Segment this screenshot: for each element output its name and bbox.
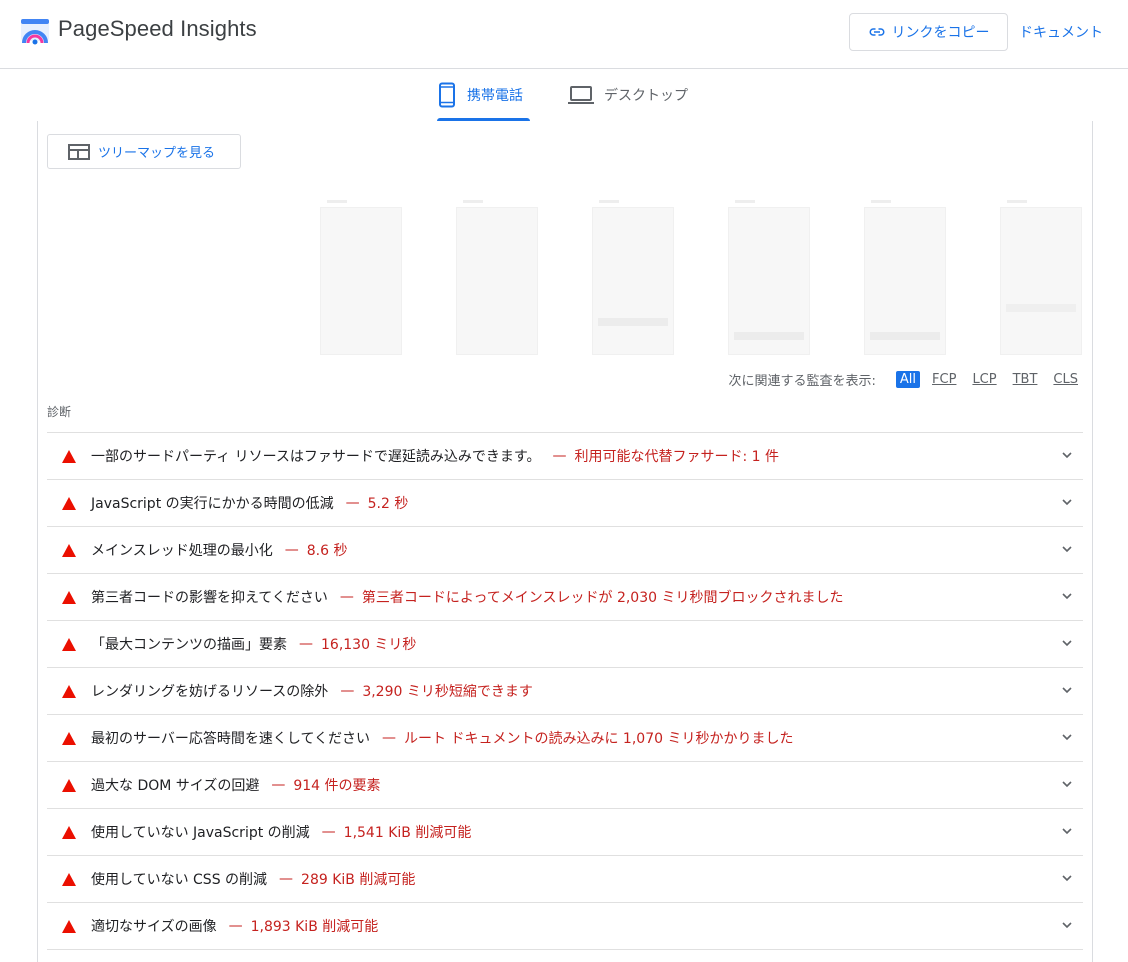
audit-title: 過大な DOM サイズの回避 [91,778,260,794]
audit-list: 一部のサードパーティ リソースはファサードで遅延読み込みできます。 — 利用可能… [47,432,1083,950]
laptop-icon [568,86,594,104]
smartphone-icon [439,82,455,108]
diagnostics-heading: 診断 [47,405,72,419]
audit-detail: 16,130 ミリ秒 [321,637,417,653]
fail-triangle-icon [62,543,76,557]
filter-chip-all[interactable]: All [895,371,921,388]
chevron-down-icon[interactable] [1061,919,1073,931]
audit-title: 最初のサーバー応答時間を速くしてください [91,731,371,747]
fail-triangle-icon [62,637,76,651]
fail-triangle-icon [62,684,76,698]
fail-triangle-icon [62,731,76,745]
audit-title: 使用していない CSS の削減 [91,872,268,888]
audit-detail: 1,541 KiB 削減可能 [343,825,472,841]
audit-detail: 3,290 ミリ秒短縮できます [362,684,533,700]
filmstrip-frame [320,200,402,355]
view-treemap-label: ツリーマップを見る [98,146,216,161]
audit-item[interactable]: 第三者コードの影響を抑えてください — 第三者コードによってメインスレッドが 2… [47,573,1083,620]
audit-separator: — [321,824,336,840]
view-treemap-button[interactable]: ツリーマップを見る [47,134,241,169]
audit-detail: 1,893 KiB 削減可能 [250,919,379,935]
audit-detail: 第三者コードによってメインスレッドが 2,030 ミリ秒間ブロックされました [361,590,844,606]
audit-separator: — [345,495,360,511]
copy-link-label: リンクをコピー [891,25,990,41]
chevron-down-icon[interactable] [1061,872,1073,884]
audit-item[interactable]: 適切なサイズの画像 — 1,893 KiB 削減可能 [47,902,1083,950]
audit-detail: 914 件の要素 [293,778,381,794]
device-tabs: 携帯電話 デスクトップ [0,69,1128,121]
tab-mobile[interactable]: 携帯電話 [437,69,530,121]
audit-separator: — [271,777,286,793]
audit-item[interactable]: 「最大コンテンツの描画」要素 — 16,130 ミリ秒 [47,620,1083,667]
audit-detail: 8.6 秒 [306,543,348,559]
fail-triangle-icon [62,919,76,933]
chevron-down-icon[interactable] [1061,449,1073,461]
audit-title: JavaScript の実行にかかる時間の低減 [91,496,334,512]
docs-link[interactable]: ドキュメント [1019,22,1103,42]
audit-item[interactable]: メインスレッド処理の最小化 — 8.6 秒 [47,526,1083,573]
audit-separator: — [279,871,294,887]
filmstrip-frame [864,200,946,355]
audit-detail: ルート ドキュメントの読み込みに 1,070 ミリ秒かかりました [404,731,794,747]
fail-triangle-icon [62,825,76,839]
chevron-down-icon[interactable] [1061,684,1073,696]
audit-item[interactable]: 最初のサーバー応答時間を速くしてください — ルート ドキュメントの読み込みに … [47,714,1083,761]
audit-title: 第三者コードの影響を抑えてください [91,590,328,606]
chevron-down-icon[interactable] [1061,778,1073,790]
audit-filter-label: 次に関連する監査を表示: [728,374,876,389]
filmstrip-frame [456,200,538,355]
pagespeed-logo-icon [21,19,49,45]
chevron-down-icon[interactable] [1061,543,1073,555]
fail-triangle-icon [62,449,76,463]
audit-separator: — [228,918,243,934]
audit-item[interactable]: 過大な DOM サイズの回避 — 914 件の要素 [47,761,1083,808]
filter-chip-lcp[interactable]: LCP [968,371,1000,388]
audit-separator: — [299,636,313,652]
audit-detail: 289 KiB 削減可能 [301,872,416,888]
link-icon [869,28,884,36]
audit-title: 「最大コンテンツの描画」要素 [91,637,287,653]
fail-triangle-icon [62,778,76,792]
filter-chip-tbt[interactable]: TBT [1009,371,1042,388]
treemap-icon [68,143,90,160]
tab-desktop-label: デスクトップ [604,88,688,104]
audit-separator: — [284,542,299,558]
filter-chip-fcp[interactable]: FCP [928,371,960,388]
audit-separator: — [340,683,355,699]
chevron-down-icon[interactable] [1061,637,1073,649]
audit-detail: 5.2 秒 [367,496,409,512]
fail-triangle-icon [62,872,76,886]
chevron-down-icon[interactable] [1061,496,1073,508]
audit-item[interactable]: レンダリングを妨げるリソースの除外 — 3,290 ミリ秒短縮できます [47,667,1083,714]
top-header: PageSpeed Insights リンクをコピー ドキュメント [0,0,1128,69]
filmstrip-frame [1000,200,1082,355]
fail-triangle-icon [62,590,76,604]
audit-separator: — [339,589,354,605]
audit-separator: — [382,730,397,746]
audit-separator: — [552,448,567,464]
chevron-down-icon[interactable] [1061,590,1073,602]
filmstrip-frame [728,200,810,355]
copy-link-button[interactable]: リンクをコピー [849,13,1008,51]
audit-title: 一部のサードパーティ リソースはファサードで遅延読み込みできます。 [91,449,541,465]
audit-item[interactable]: JavaScript の実行にかかる時間の低減 — 5.2 秒 [47,479,1083,526]
audit-item[interactable]: 使用していない CSS の削減 — 289 KiB 削減可能 [47,855,1083,902]
audit-item[interactable]: 一部のサードパーティ リソースはファサードで遅延読み込みできます。 — 利用可能… [47,432,1083,479]
chevron-down-icon[interactable] [1061,731,1073,743]
fail-triangle-icon [62,496,76,510]
audit-item[interactable]: 使用していない JavaScript の削減 — 1,541 KiB 削減可能 [47,808,1083,855]
chevron-down-icon[interactable] [1061,825,1073,837]
tab-desktop[interactable]: デスクトップ [568,69,698,121]
audit-title: メインスレッド処理の最小化 [91,543,273,559]
audit-title: 使用していない JavaScript の削減 [91,825,310,841]
audit-title: 適切なサイズの画像 [91,919,217,935]
filter-chip-cls[interactable]: CLS [1049,371,1082,388]
audit-title: レンダリングを妨げるリソースの除外 [91,684,329,700]
filmstrip-frame [592,200,674,355]
tab-mobile-label: 携帯電話 [467,88,523,104]
audit-filter: 次に関連する監査を表示: All FCP LCP TBT CLS [729,370,1082,389]
app-title: PageSpeed Insights [58,16,257,41]
audit-detail: 利用可能な代替ファサード: 1 件 [574,449,780,465]
